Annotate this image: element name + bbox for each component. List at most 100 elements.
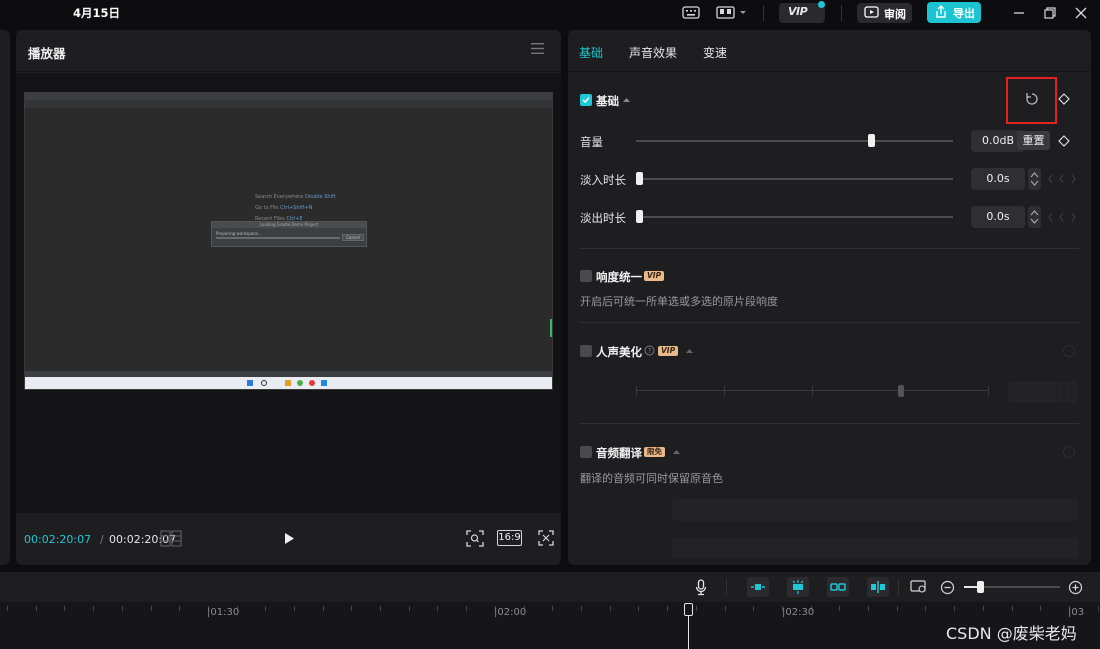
folder-icon bbox=[285, 380, 291, 386]
upload-icon bbox=[936, 5, 946, 18]
vip-badge: VIP bbox=[658, 346, 679, 356]
section-divider bbox=[580, 248, 1079, 249]
review-button[interactable]: 审阅 bbox=[857, 3, 912, 23]
slider-tick bbox=[812, 386, 813, 395]
project-date: 4月15日 bbox=[73, 6, 121, 20]
ruler-minor-tick bbox=[1040, 606, 1041, 611]
layout-menu-icon[interactable] bbox=[716, 5, 748, 20]
restore-icon[interactable] bbox=[1042, 5, 1058, 21]
keyframe-icon[interactable] bbox=[1058, 93, 1070, 105]
source-language-select bbox=[672, 499, 1078, 521]
ruler-tick-label: |03 bbox=[1068, 607, 1085, 618]
voice-beautify-checkbox[interactable] bbox=[580, 345, 592, 357]
info-icon[interactable]: ? bbox=[644, 345, 655, 356]
tab-speed[interactable]: 变速 bbox=[703, 44, 727, 61]
target-language-select bbox=[672, 537, 1078, 559]
watermark: CSDN @废柴老妈 bbox=[946, 624, 1077, 643]
property-tabs: 基础 声音效果 变速 bbox=[568, 30, 1091, 72]
ide-icon bbox=[321, 380, 327, 386]
zoom-out-icon[interactable] bbox=[940, 580, 955, 595]
collapse-icon[interactable] bbox=[673, 449, 680, 454]
voice-reset-icon bbox=[1063, 345, 1075, 357]
taskbar bbox=[25, 377, 552, 389]
review-label: 审阅 bbox=[884, 8, 906, 21]
ruler-minor-tick bbox=[667, 606, 668, 611]
fade-in-value[interactable]: 0.0s bbox=[971, 168, 1025, 190]
fade-out-slider[interactable] bbox=[636, 216, 953, 218]
keyboard-icon[interactable] bbox=[682, 5, 700, 20]
current-time: 00:02:20:07 bbox=[24, 533, 92, 546]
video-scroll-indicator bbox=[550, 319, 552, 337]
zoom-slider-knob[interactable] bbox=[977, 581, 984, 593]
ruler-minor-tick bbox=[265, 606, 266, 611]
ruler-minor-tick bbox=[983, 606, 984, 611]
snap-icon bbox=[792, 580, 804, 594]
volume-slider-knob[interactable] bbox=[868, 134, 875, 147]
minimize-icon[interactable] bbox=[1011, 5, 1027, 21]
export-label: 导出 bbox=[953, 7, 975, 20]
ruler-minor-tick bbox=[1012, 606, 1013, 611]
zoom-in-icon[interactable] bbox=[1068, 580, 1083, 595]
player-header: 播放器 bbox=[16, 30, 561, 72]
toolbar-divider bbox=[841, 5, 842, 21]
collapse-icon[interactable] bbox=[686, 348, 693, 353]
fade-in-slider[interactable] bbox=[636, 178, 953, 180]
volume-label: 音量 bbox=[580, 135, 603, 149]
ruler-minor-tick bbox=[7, 606, 8, 611]
ruler-minor-tick bbox=[868, 606, 869, 611]
stepper-arrows-icon bbox=[1030, 172, 1039, 186]
export-button[interactable]: 导出 bbox=[927, 2, 981, 23]
translate-checkbox[interactable] bbox=[580, 446, 592, 458]
collapse-icon[interactable] bbox=[623, 97, 630, 102]
linkage-button[interactable] bbox=[827, 577, 849, 597]
stepper-arrows-icon bbox=[1030, 210, 1039, 224]
fit-screen-icon[interactable] bbox=[466, 530, 484, 547]
fade-in-keyframe-nav-icon[interactable] bbox=[1048, 174, 1078, 184]
volume-keyframe-icon[interactable] bbox=[1058, 135, 1070, 147]
ruler-minor-tick bbox=[897, 606, 898, 611]
fade-out-stepper[interactable] bbox=[1028, 206, 1041, 228]
preview-thumbnail-icon[interactable] bbox=[910, 580, 928, 594]
ruler-minor-tick bbox=[466, 606, 467, 611]
loudness-checkbox[interactable] bbox=[580, 270, 592, 282]
fade-in-stepper[interactable] bbox=[1028, 168, 1041, 190]
auto-snap-button[interactable] bbox=[787, 577, 809, 597]
play-icon[interactable] bbox=[282, 531, 296, 546]
preview-axis-button[interactable] bbox=[867, 577, 889, 597]
video-dialog-button: Cancel bbox=[342, 234, 364, 241]
basic-checkbox[interactable] bbox=[580, 94, 592, 106]
microphone-icon[interactable] bbox=[695, 579, 707, 596]
menu-icon[interactable] bbox=[531, 43, 544, 54]
reset-icon[interactable] bbox=[1025, 92, 1039, 106]
ruler-minor-tick bbox=[839, 606, 840, 611]
playhead-handle[interactable] bbox=[684, 603, 693, 616]
volume-slider[interactable] bbox=[636, 140, 953, 142]
section-divider bbox=[580, 423, 1079, 424]
fullscreen-icon[interactable] bbox=[538, 530, 554, 546]
voice-beautify-knob bbox=[898, 385, 904, 397]
timeline-grid-icon[interactable] bbox=[160, 530, 182, 547]
split-icon bbox=[871, 581, 885, 593]
check-icon bbox=[582, 97, 590, 104]
player-panel: 播放器 Search Everywhere Double Shift Go to… bbox=[16, 30, 561, 565]
translate-title: 音频翻译 bbox=[596, 446, 642, 460]
ruler-minor-tick bbox=[380, 606, 381, 611]
app-icon bbox=[309, 380, 315, 386]
ruler-minor-tick bbox=[552, 606, 553, 611]
translate-description: 翻译的音频可同时保留原音色 bbox=[580, 472, 723, 485]
fade-out-value[interactable]: 0.0s bbox=[971, 206, 1025, 228]
audio-properties-panel: 基础 声音效果 变速 基础 音量 0.0dB 重置 淡入时长 0.0s 淡出时长… bbox=[568, 30, 1091, 565]
ruler-minor-tick bbox=[696, 606, 697, 611]
fade-out-keyframe-nav-icon[interactable] bbox=[1048, 212, 1078, 222]
timeline-ruler[interactable]: |01:30 |02:00 |02:30 |03 bbox=[0, 602, 1100, 649]
close-icon[interactable] bbox=[1073, 5, 1089, 21]
fade-in-slider-knob[interactable] bbox=[636, 172, 643, 185]
aspect-ratio-button[interactable]: 16:9 bbox=[497, 530, 522, 546]
fade-out-slider-knob[interactable] bbox=[636, 210, 643, 223]
free-badge: 限免 bbox=[644, 447, 665, 457]
main-track-magnet-button[interactable] bbox=[747, 577, 769, 597]
video-dialog-title: Loading Gradle Demo Project bbox=[212, 222, 366, 228]
tab-sound-effects[interactable]: 声音效果 bbox=[629, 44, 677, 61]
tab-basic[interactable]: 基础 bbox=[579, 44, 603, 61]
ruler-tick-label: |01:30 bbox=[207, 607, 240, 618]
